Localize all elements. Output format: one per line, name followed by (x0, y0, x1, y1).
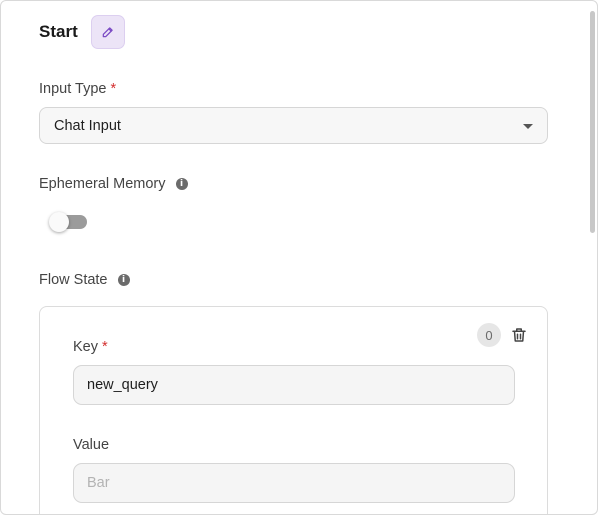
input-type-label-text: Input Type (39, 81, 107, 97)
header: Start (39, 15, 125, 49)
page-title: Start (39, 22, 78, 41)
input-type-selected-value: Chat Input (54, 117, 121, 134)
required-mark: * (102, 339, 108, 355)
value-input[interactable] (73, 463, 515, 503)
scrollbar[interactable] (590, 11, 595, 233)
input-type-select[interactable]: Chat Input (39, 107, 548, 144)
info-icon[interactable]: i (175, 178, 188, 190)
required-mark: * (110, 81, 117, 97)
item-index-badge: 0 (477, 323, 501, 347)
flow-state-label-text: Flow State (39, 272, 108, 288)
key-label-text: Key (73, 339, 98, 355)
ephemeral-memory-toggle[interactable] (49, 212, 87, 232)
ephemeral-memory-label: Ephemeral Memory i (39, 176, 188, 192)
chevron-down-icon (523, 124, 533, 129)
info-icon[interactable]: i (117, 274, 130, 286)
edit-title-button[interactable] (90, 15, 125, 49)
key-label: Key * (73, 339, 108, 355)
key-input[interactable] (73, 365, 515, 405)
start-node-panel: Start Input Type * Chat Input Ephemeral … (0, 0, 598, 515)
value-label: Value (73, 437, 109, 453)
pencil-icon (102, 27, 113, 38)
toggle-knob (49, 212, 69, 232)
value-label-text: Value (73, 437, 110, 453)
trash-icon[interactable] (510, 325, 528, 345)
ephemeral-memory-label-text: Ephemeral Memory (39, 176, 166, 192)
input-type-label: Input Type * (39, 81, 116, 97)
flow-state-label: Flow State i (39, 272, 130, 288)
